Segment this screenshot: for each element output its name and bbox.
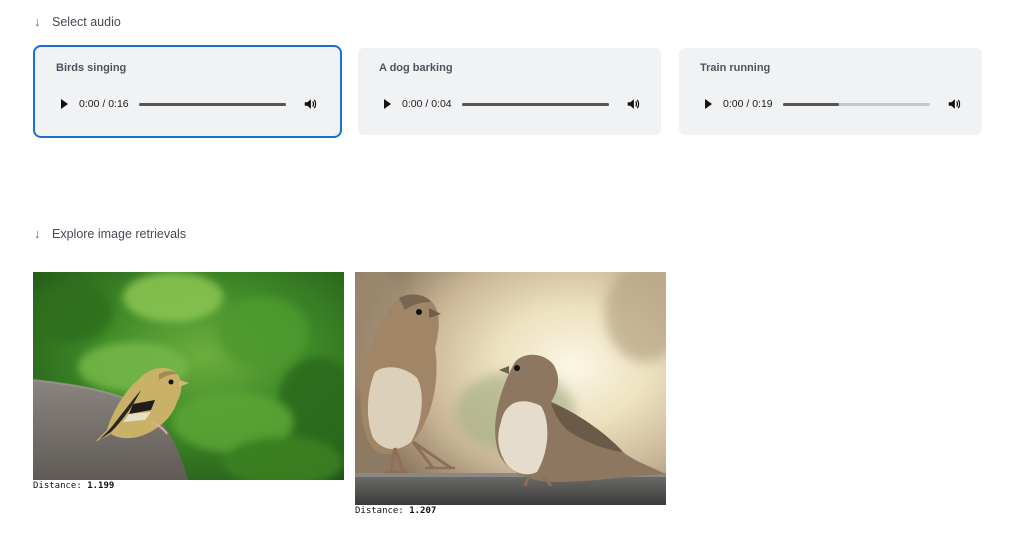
volume-icon[interactable] [626, 97, 640, 111]
select-audio-heading: ↓ Select audio [34, 14, 121, 29]
audio-player: 0:00 / 0:04 [379, 96, 641, 112]
distance-caption: Distance: 1.199 [33, 481, 344, 491]
goldfinch-on-rock-photo[interactable] [33, 272, 344, 480]
audio-card-dog-barking[interactable]: A dog barking 0:00 / 0:04 [358, 48, 661, 135]
two-sparrows-on-ledge-photo[interactable] [355, 272, 666, 505]
audio-card-train-running[interactable]: Train running 0:00 / 0:19 [679, 48, 982, 135]
audio-progress-fill [783, 102, 839, 106]
distance-caption: Distance: 1.207 [355, 506, 666, 516]
distance-label: Distance: [355, 506, 404, 516]
distance-label: Distance: [33, 481, 82, 491]
distance-value: 1.199 [87, 481, 115, 491]
distance-value: 1.207 [409, 506, 437, 516]
volume-icon[interactable] [303, 97, 317, 111]
audio-time: 0:00 / 0:16 [79, 98, 129, 110]
retrievals-label: Explore image retrievals [52, 226, 187, 241]
volume-icon[interactable] [947, 97, 961, 111]
audio-card-title: Train running [700, 62, 771, 74]
play-icon[interactable] [705, 99, 712, 109]
play-icon[interactable] [384, 99, 391, 109]
audio-player: 0:00 / 0:16 [56, 96, 318, 112]
audio-progress-track[interactable] [139, 102, 286, 106]
audio-progress-fill [462, 102, 609, 106]
audio-time: 0:00 / 0:19 [723, 98, 773, 110]
select-audio-label: Select audio [52, 14, 121, 29]
down-arrow-icon: ↓ [34, 226, 41, 241]
audio-card-birds-singing[interactable]: Birds singing 0:00 / 0:16 [33, 45, 342, 138]
page: ↓ Select audio Birds singing 0:00 / 0:16… [0, 0, 1024, 533]
audio-player: 0:00 / 0:19 [700, 96, 962, 112]
retrieval-result: Distance: 1.199 [33, 272, 344, 491]
retrieval-result: Distance: 1.207 [355, 272, 666, 516]
audio-card-title: A dog barking [379, 62, 453, 74]
audio-progress-fill [139, 102, 286, 106]
audio-progress-track[interactable] [783, 102, 930, 106]
audio-card-title: Birds singing [56, 62, 127, 74]
down-arrow-icon: ↓ [34, 14, 41, 29]
audio-progress-track[interactable] [462, 102, 609, 106]
audio-time: 0:00 / 0:04 [402, 98, 452, 110]
retrievals-heading: ↓ Explore image retrievals [34, 226, 186, 241]
play-icon[interactable] [61, 99, 68, 109]
